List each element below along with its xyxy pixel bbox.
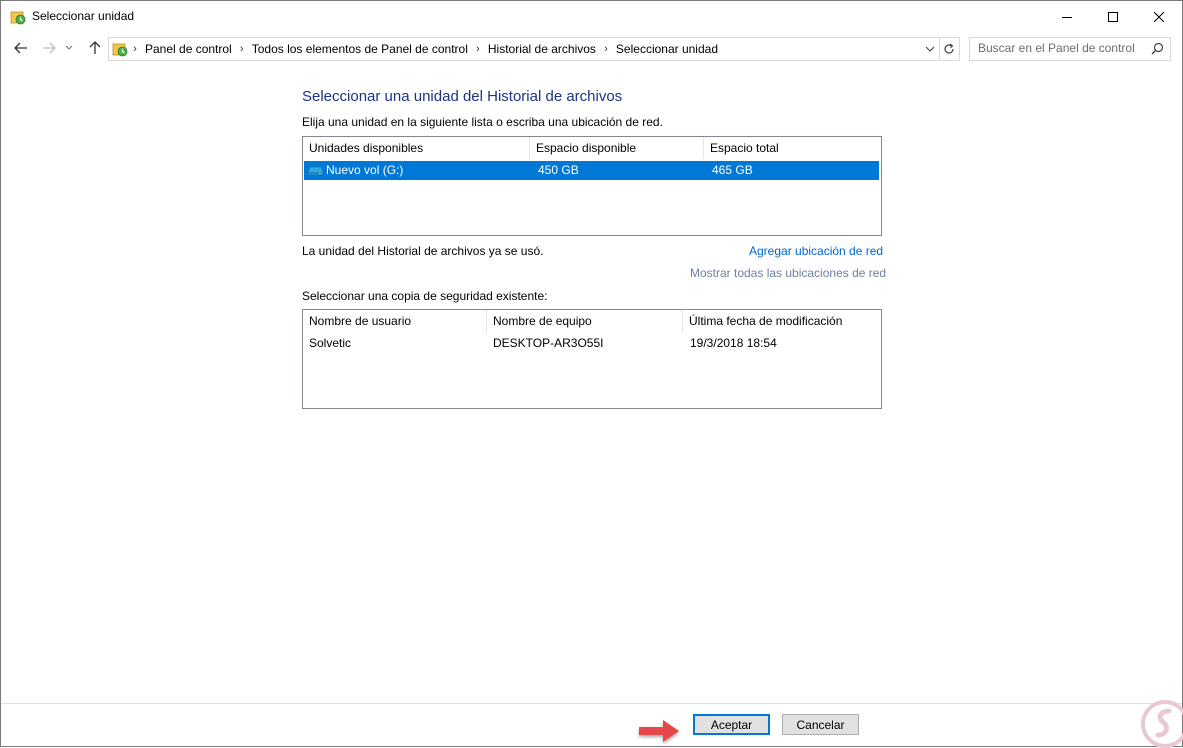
address-bar[interactable]: › Panel de control › Todos los elementos… bbox=[108, 37, 940, 61]
footer-divider bbox=[1, 703, 1182, 704]
search-icon[interactable] bbox=[1151, 42, 1164, 55]
backup-user-name: Solvetic bbox=[309, 336, 352, 350]
breadcrumb-separator-icon[interactable]: › bbox=[471, 43, 485, 55]
chevron-down-icon bbox=[65, 45, 73, 50]
file-history-icon bbox=[10, 11, 26, 25]
maximize-icon bbox=[1108, 11, 1118, 22]
backup-computer-name: DESKTOP-AR3O55I bbox=[493, 336, 604, 350]
column-header-free-space[interactable]: Espacio disponible bbox=[530, 137, 704, 159]
chevron-down-icon bbox=[925, 46, 935, 52]
search-input[interactable] bbox=[970, 38, 1148, 58]
close-button[interactable] bbox=[1136, 1, 1182, 32]
drives-list-header: Unidades disponibles Espacio disponible … bbox=[303, 137, 881, 159]
recent-locations-button[interactable] bbox=[63, 38, 75, 58]
backup-last-modified: 19/3/2018 18:54 bbox=[690, 336, 777, 350]
control-panel-icon bbox=[112, 43, 128, 57]
breadcrumb-separator-icon[interactable]: › bbox=[235, 43, 249, 55]
add-network-location-link[interactable]: Agregar ubicación de red bbox=[749, 244, 883, 258]
backup-row[interactable]: Solvetic DESKTOP-AR3O55I 19/3/2018 18:54 bbox=[304, 334, 879, 353]
minimize-button[interactable] bbox=[1044, 1, 1090, 32]
column-header-computer-name[interactable]: Nombre de equipo bbox=[487, 310, 683, 332]
show-network-locations-link[interactable]: Mostrar todas las ubicaciones de red bbox=[690, 266, 886, 280]
breadcrumb-all-items[interactable]: Todos los elementos de Panel de control bbox=[249, 42, 471, 56]
breadcrumb-separator-icon[interactable]: › bbox=[599, 43, 613, 55]
column-header-user-name[interactable]: Nombre de usuario bbox=[303, 310, 487, 332]
search-box[interactable] bbox=[969, 37, 1171, 61]
drive-free-space: 450 GB bbox=[538, 163, 579, 177]
back-button[interactable] bbox=[11, 38, 31, 58]
forward-button[interactable] bbox=[39, 38, 59, 58]
close-icon bbox=[1154, 11, 1164, 22]
ok-button[interactable]: Aceptar bbox=[693, 714, 770, 735]
back-arrow-icon bbox=[14, 42, 27, 54]
refresh-button[interactable] bbox=[939, 37, 960, 61]
up-arrow-icon bbox=[89, 41, 101, 54]
breadcrumb-separator-icon[interactable]: › bbox=[128, 43, 142, 55]
breadcrumb-file-history[interactable]: Historial de archivos bbox=[485, 42, 599, 56]
backups-list[interactable]: Nombre de usuario Nombre de equipo Últim… bbox=[302, 309, 882, 409]
window-title: Seleccionar unidad bbox=[32, 9, 135, 23]
up-button[interactable] bbox=[85, 38, 105, 58]
drive-used-info: La unidad del Historial de archivos ya s… bbox=[302, 244, 544, 258]
drive-row[interactable]: Nuevo vol (G:) 450 GB 465 GB bbox=[304, 161, 879, 180]
minimize-icon bbox=[1062, 16, 1072, 18]
cancel-button[interactable]: Cancelar bbox=[782, 714, 859, 735]
breadcrumb-control-panel[interactable]: Panel de control bbox=[142, 42, 235, 56]
drive-total-space: 465 GB bbox=[712, 163, 753, 177]
navigation-bar: › Panel de control › Todos los elementos… bbox=[1, 32, 1182, 65]
forward-arrow-icon bbox=[43, 42, 56, 54]
drives-list[interactable]: Unidades disponibles Espacio disponible … bbox=[302, 136, 882, 236]
address-dropdown-button[interactable] bbox=[921, 38, 939, 60]
existing-backup-label: Seleccionar una copia de seguridad exist… bbox=[302, 289, 548, 303]
column-header-total-space[interactable]: Espacio total bbox=[704, 137, 880, 159]
watermark-logo-icon bbox=[1141, 700, 1183, 748]
column-header-drives[interactable]: Unidades disponibles bbox=[303, 137, 530, 159]
red-arrow-icon bbox=[639, 720, 679, 742]
title-bar: Seleccionar unidad bbox=[1, 1, 1182, 32]
instructions-text: Elija una unidad en la siguiente lista o… bbox=[302, 115, 663, 129]
page-title: Seleccionar una unidad del Historial de … bbox=[302, 88, 623, 105]
backups-list-header: Nombre de usuario Nombre de equipo Últim… bbox=[303, 310, 881, 332]
refresh-icon bbox=[944, 43, 954, 54]
drive-icon bbox=[308, 166, 323, 176]
select-drive-window: Seleccionar unidad › Panel de control › … bbox=[0, 0, 1183, 748]
maximize-button[interactable] bbox=[1090, 1, 1136, 32]
column-header-last-modified[interactable]: Última fecha de modificación bbox=[683, 310, 880, 332]
drive-name: Nuevo vol (G:) bbox=[326, 163, 404, 177]
breadcrumb-select-drive[interactable]: Seleccionar unidad bbox=[613, 42, 721, 56]
